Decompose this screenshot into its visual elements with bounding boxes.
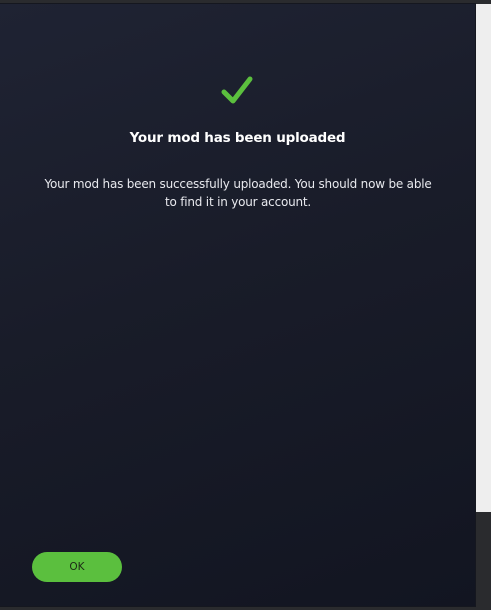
checkmark-icon: [221, 76, 253, 104]
screen: Your mod has been uploaded Your mod has …: [0, 0, 491, 610]
window-background: [475, 512, 491, 610]
ok-button[interactable]: OK: [32, 552, 122, 582]
scrollbar-track[interactable]: [475, 4, 491, 512]
upload-success-dialog: Your mod has been uploaded Your mod has …: [0, 4, 475, 606]
dialog-message: Your mod has been successfully uploaded.…: [44, 177, 432, 209]
dialog-title: Your mod has been uploaded: [129, 130, 346, 146]
